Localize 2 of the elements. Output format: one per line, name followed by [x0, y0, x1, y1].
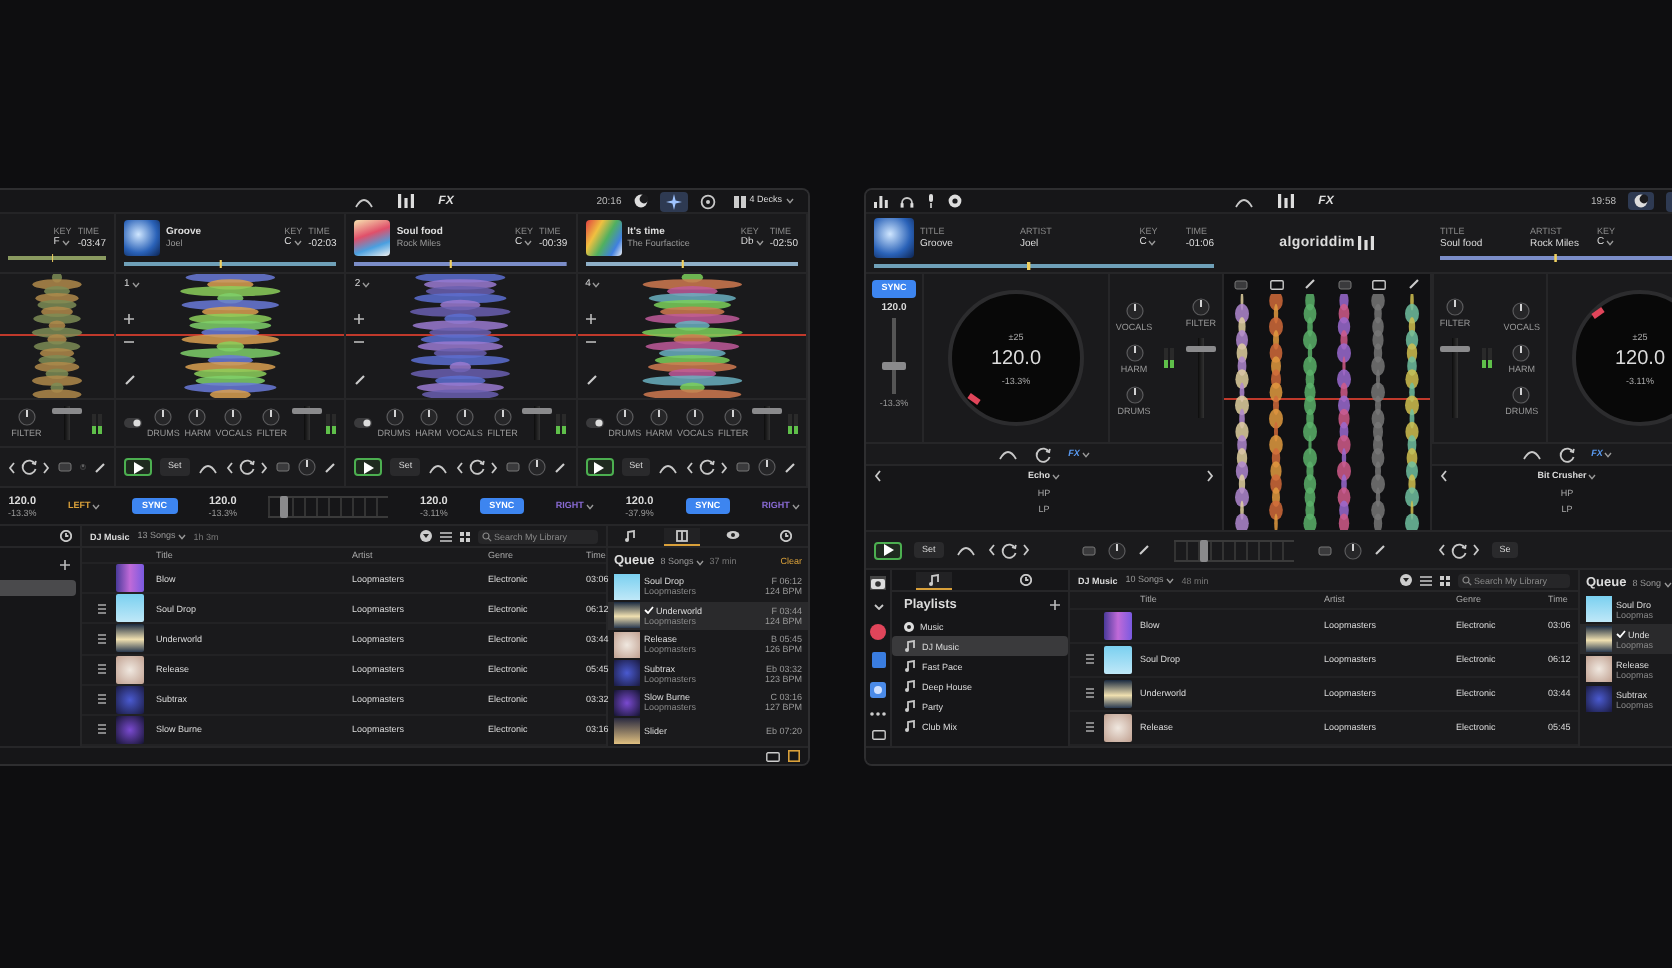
bpm-text: 120.0 [1614, 347, 1666, 369]
bpm-text: 120.0 [990, 347, 1042, 369]
